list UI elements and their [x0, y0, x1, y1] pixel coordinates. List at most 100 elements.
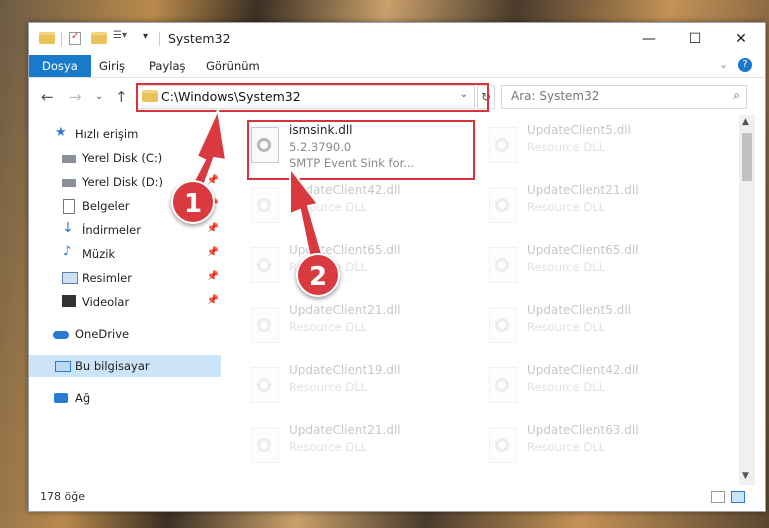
tab-paylas[interactable]: Paylaş	[149, 55, 186, 77]
file-item[interactable]: UpdateClient65.dllResource DLL	[251, 243, 471, 303]
file-item[interactable]: UpdateClient42.dll Resource DLL	[251, 183, 471, 243]
file-name: UpdateClient19.dll	[289, 363, 401, 377]
file-description: Resource DLL	[527, 260, 606, 274]
file-item[interactable]: UpdateClient65.dll Resource DLL	[489, 243, 709, 303]
file-item[interactable]: UpdateClient5.dll Resource DLL	[489, 303, 709, 363]
explorer-window: ✓ ☰▾ ▾ System32 — ☐ ✕ Dosya Giriş Paylaş…	[28, 22, 766, 512]
dll-file-icon	[489, 127, 517, 163]
file-name: UpdateClient21.dll	[289, 303, 401, 317]
file-description: Resource DLL	[527, 380, 606, 394]
tab-dosya[interactable]: Dosya	[29, 55, 91, 77]
file-description: Resource DLL	[527, 140, 606, 154]
sidebar-item-videos[interactable]: Videolar 📌	[29, 291, 221, 313]
sidebar-item-disk-c[interactable]: Yerel Disk (C:) 📌	[29, 147, 221, 169]
tab-giris[interactable]: Giriş	[99, 55, 125, 77]
scroll-up-icon[interactable]: ▲	[742, 117, 749, 127]
file-description: Resource DLL	[289, 320, 368, 334]
dll-file-icon	[251, 187, 279, 223]
file-item[interactable]: UpdateClient42.dll Resource DLL	[489, 363, 709, 423]
sidebar-item-music[interactable]: ♪ Müzik 📌	[29, 243, 221, 265]
scrollbar-thumb[interactable]	[742, 133, 752, 181]
view-menu-icon[interactable]: ☰▾	[113, 30, 127, 44]
pin-icon[interactable]: 📌	[207, 223, 219, 234]
file-item[interactable]: UpdateClient21.dll Resource DLL	[251, 303, 471, 363]
customize-arrow-icon[interactable]: ▾	[143, 31, 148, 45]
step-1-badge: 1	[171, 180, 215, 224]
file-description: Resource DLL	[527, 440, 606, 454]
sidebar-item-onedrive[interactable]: OneDrive	[29, 323, 221, 345]
vertical-scrollbar[interactable]: ▲ ▼	[739, 115, 755, 485]
video-icon	[62, 295, 76, 307]
address-highlight-box	[136, 83, 489, 112]
file-item[interactable]: UpdateClient5.dll Resource DLL	[489, 123, 709, 183]
file-description: Resource DLL	[289, 380, 368, 394]
computer-icon	[55, 361, 71, 372]
search-placeholder: Ara: System32	[511, 89, 600, 103]
file-name: UpdateClient42.dll	[289, 183, 401, 197]
file-item[interactable]: UpdateClient63.dll Resource DLL	[489, 423, 709, 483]
pin-icon[interactable]: 📌	[207, 175, 219, 186]
pin-icon[interactable]: 📌	[207, 247, 219, 258]
pin-icon[interactable]: 📌	[207, 151, 219, 162]
file-item[interactable]: UpdateClient19.dll Resource DLL	[251, 363, 471, 423]
dll-file-icon	[489, 247, 517, 283]
network-icon	[54, 393, 68, 403]
up-arrow-icon[interactable]: ↑	[115, 88, 128, 106]
pictures-icon	[62, 272, 78, 284]
minimize-button[interactable]: —	[626, 23, 672, 55]
file-description: Resource DLL	[289, 440, 368, 454]
recent-chevron-icon[interactable]: ⌄	[95, 91, 103, 102]
drive-icon	[62, 179, 76, 187]
pin-icon[interactable]: 📌	[207, 295, 219, 306]
file-item[interactable]: UpdateClient21.dll Resource DLL	[489, 183, 709, 243]
properties-icon[interactable]: ✓	[69, 31, 81, 45]
scroll-down-icon[interactable]: ▼	[742, 471, 749, 481]
sidebar-item-pictures[interactable]: Resimler 📌	[29, 267, 221, 289]
file-name: UpdateClient21.dll	[289, 423, 401, 437]
file-description: Resource DLL	[289, 200, 368, 214]
sidebar-item-quick-access[interactable]: ★ Hızlı erişim	[29, 123, 221, 145]
dll-file-icon	[489, 187, 517, 223]
status-bar: 178 öğe	[29, 486, 765, 510]
star-icon: ★	[55, 125, 67, 140]
back-arrow-icon[interactable]: ←	[41, 88, 54, 106]
search-icon: ⌕	[733, 88, 740, 102]
file-item[interactable]: UpdateClient21.dll Resource DLL	[251, 423, 471, 483]
close-button[interactable]: ✕	[718, 23, 764, 55]
file-name: UpdateClient5.dll	[527, 303, 631, 317]
dll-file-icon	[489, 427, 517, 463]
dll-file-icon	[489, 367, 517, 403]
search-input[interactable]: Ara: System32 ⌕	[501, 85, 747, 109]
pin-icon[interactable]: 📌	[207, 271, 219, 282]
folder-icon	[39, 32, 55, 44]
sidebar-item-network[interactable]: Ağ	[29, 387, 221, 409]
navigation-pane: ★ Hızlı erişim Yerel Disk (C:) 📌 Yerel D…	[29, 115, 221, 485]
file-description: Resource DLL	[527, 320, 606, 334]
document-icon	[63, 199, 75, 214]
sidebar-item-this-pc[interactable]: Bu bilgisayar	[29, 355, 221, 377]
cloud-icon	[53, 331, 69, 339]
forward-arrow-icon[interactable]: →	[69, 88, 82, 106]
tiles-view-icon[interactable]	[731, 491, 745, 503]
file-name: UpdateClient21.dll	[527, 183, 639, 197]
file-name: UpdateClient63.dll	[527, 423, 639, 437]
download-icon: ↓	[62, 220, 74, 236]
divider	[159, 32, 160, 46]
file-highlight-box	[247, 120, 475, 180]
details-view-icon[interactable]	[711, 491, 725, 503]
step-2-badge: 2	[296, 253, 340, 297]
file-name: UpdateClient42.dll	[527, 363, 639, 377]
window-title: System32	[168, 31, 231, 46]
file-name: UpdateClient65.dll	[289, 243, 401, 257]
expand-ribbon-icon[interactable]: ⌄	[719, 58, 728, 71]
file-name: UpdateClient65.dll	[527, 243, 639, 257]
maximize-button[interactable]: ☐	[672, 23, 718, 55]
file-description: Resource DLL	[527, 200, 606, 214]
dll-file-icon	[251, 247, 279, 283]
new-folder-icon[interactable]	[91, 32, 107, 44]
dll-file-icon	[251, 367, 279, 403]
tab-gorunum[interactable]: Görünüm	[206, 55, 260, 77]
dll-file-icon	[489, 307, 517, 343]
help-icon[interactable]: ?	[738, 58, 752, 72]
title-bar: ✓ ☰▾ ▾ System32 — ☐ ✕	[29, 23, 765, 55]
